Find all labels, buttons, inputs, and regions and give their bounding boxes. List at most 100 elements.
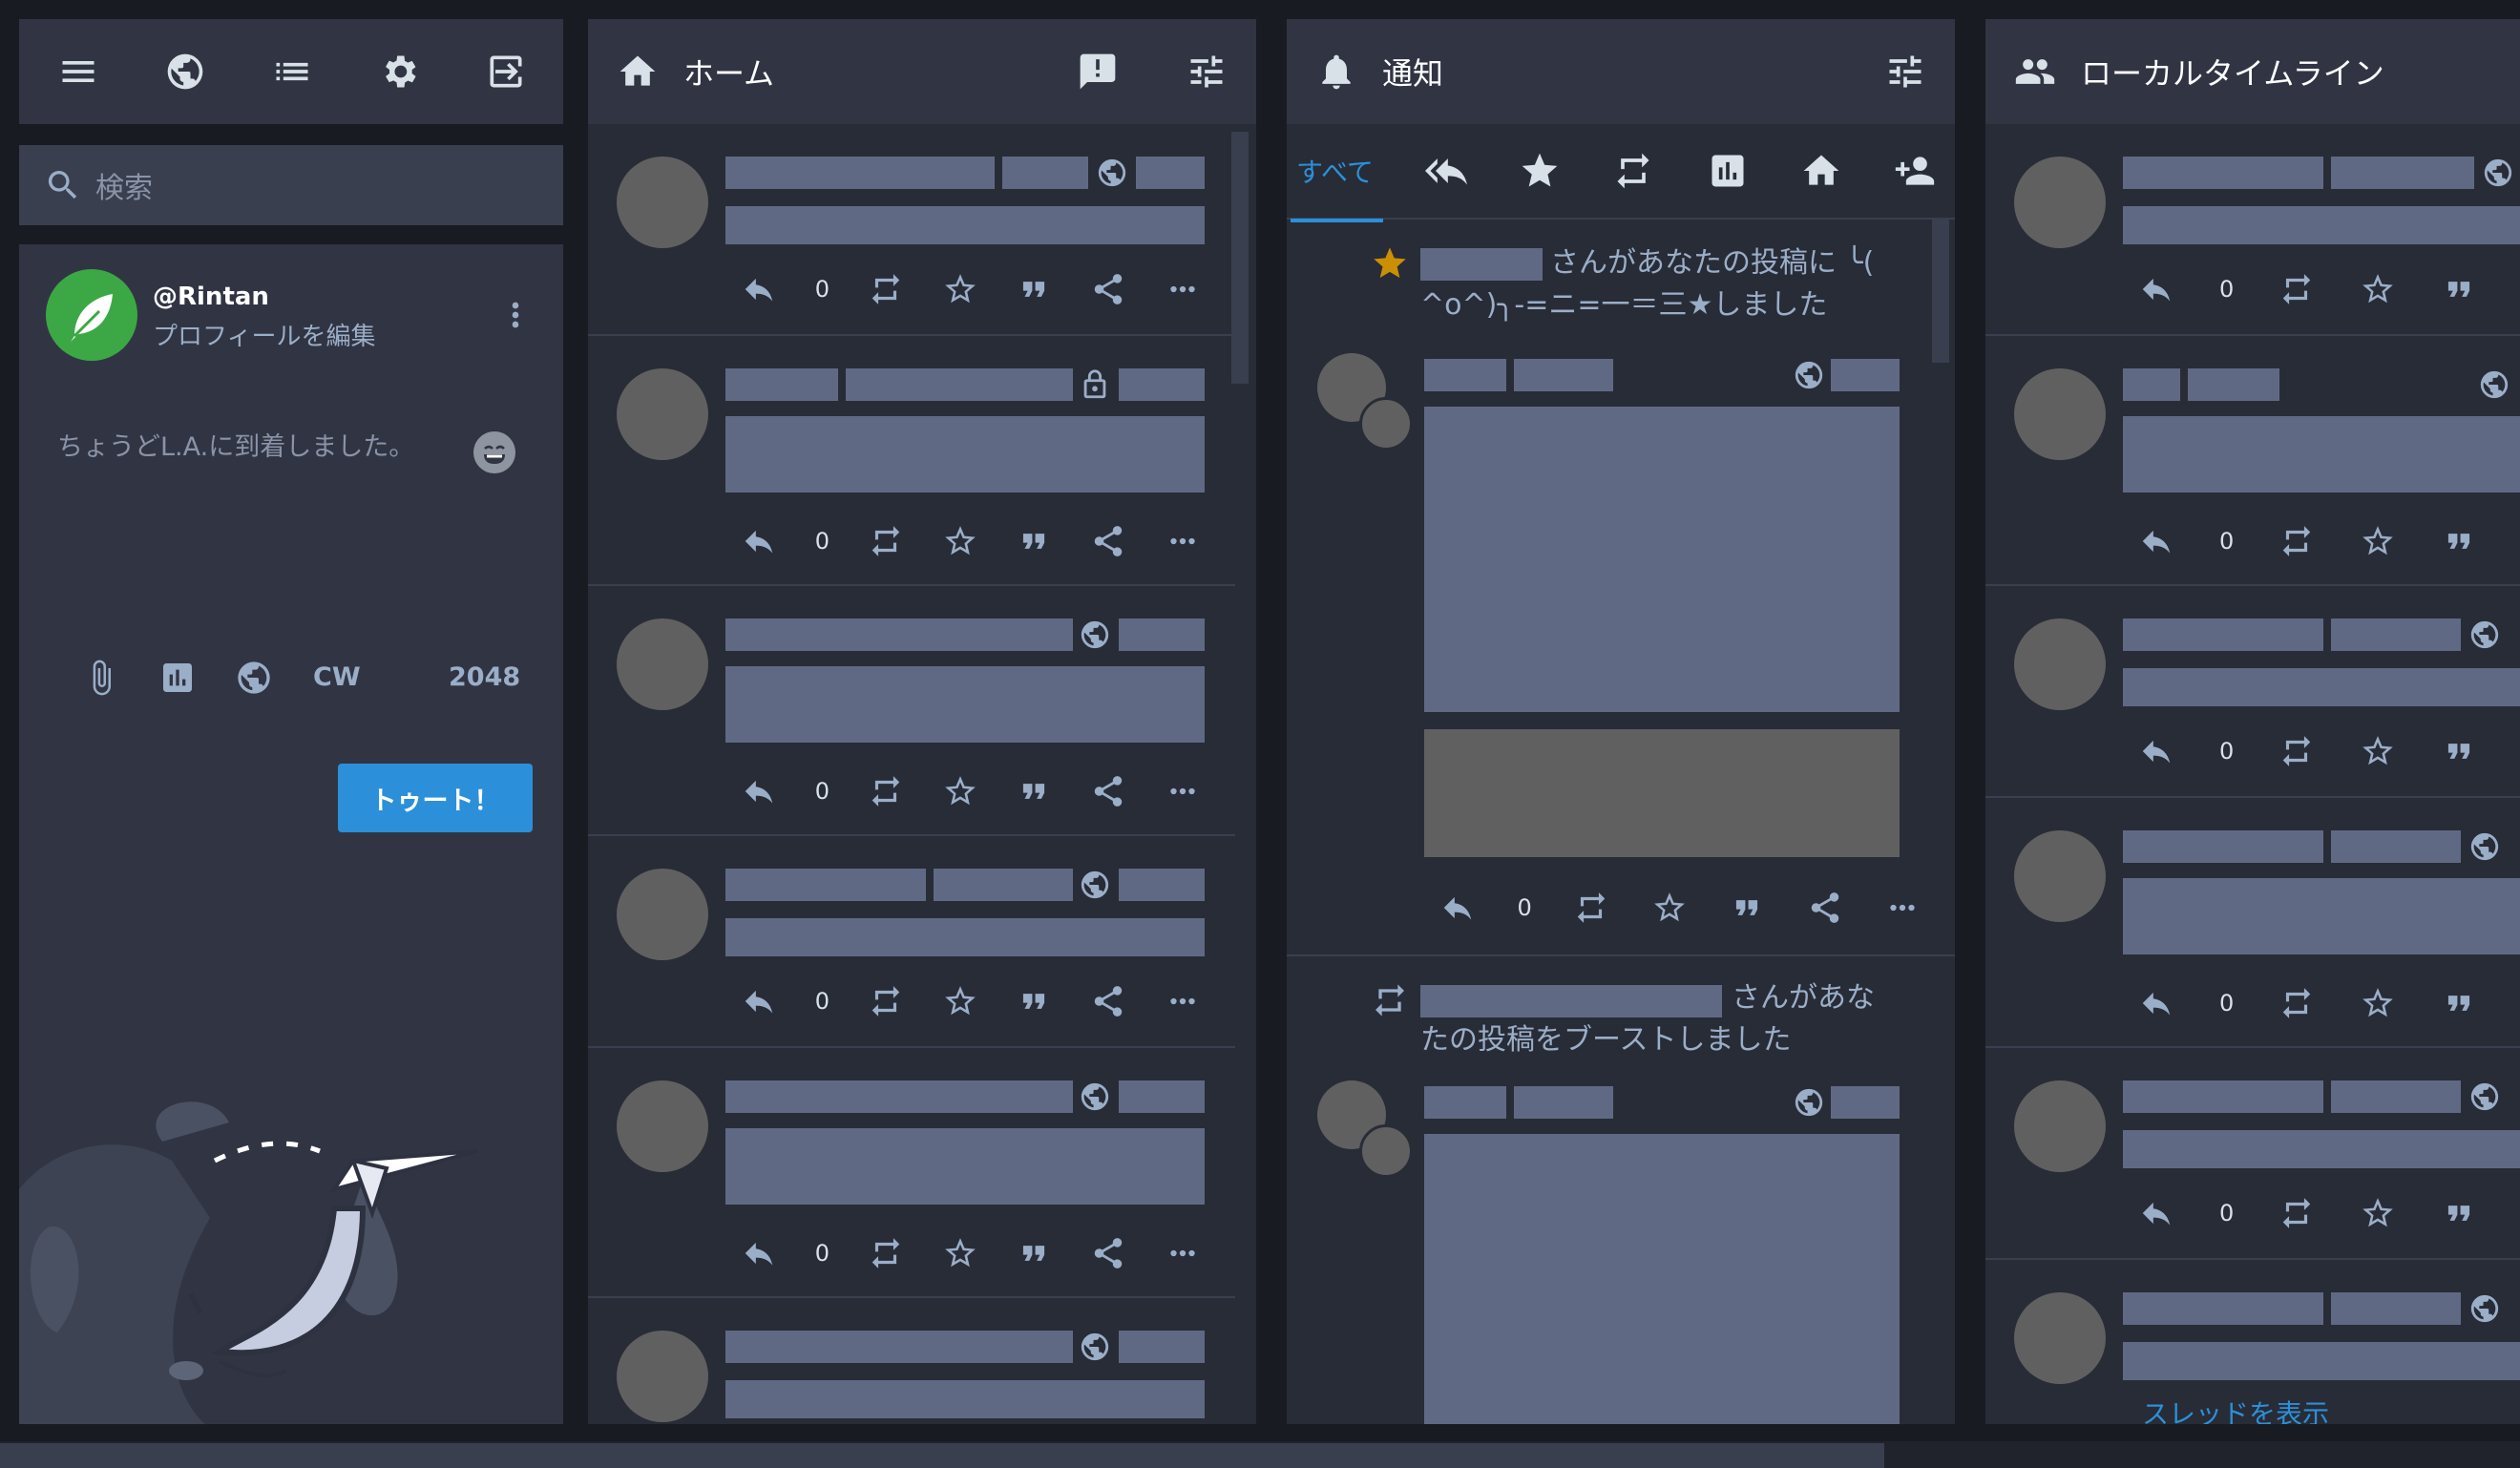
status-item[interactable]: 0: [588, 1048, 1235, 1298]
boost-icon[interactable]: [2278, 733, 2315, 769]
share-icon[interactable]: [1090, 983, 1126, 1019]
column-settings-icon[interactable]: [1186, 51, 1228, 93]
boost-icon[interactable]: [2278, 1195, 2315, 1231]
reply-icon[interactable]: [2138, 523, 2174, 559]
home-scrollbar[interactable]: [1231, 132, 1249, 384]
toot-button[interactable]: トゥート！: [338, 764, 533, 832]
favourites-star-icon[interactable]: [1519, 150, 1561, 192]
avatar[interactable]: [2014, 157, 2106, 248]
globe-icon[interactable]: [164, 51, 206, 93]
favourite-star-icon[interactable]: [2360, 523, 2396, 559]
avatar[interactable]: [617, 157, 708, 248]
favourite-star-icon[interactable]: [942, 523, 978, 559]
more-horizontal-icon[interactable]: [1165, 1235, 1201, 1271]
more-horizontal-icon[interactable]: [1165, 773, 1201, 809]
edit-profile-link[interactable]: プロフィールを編集: [153, 317, 375, 352]
status-item[interactable]: 0: [1985, 798, 2520, 1048]
filter-tab-all[interactable]: すべて: [1291, 152, 1383, 222]
reply-icon[interactable]: [741, 523, 777, 559]
column-settings-icon[interactable]: [1884, 51, 1926, 93]
avatar[interactable]: [617, 869, 708, 960]
profile-avatar[interactable]: [46, 269, 137, 361]
more-horizontal-icon[interactable]: [1884, 890, 1921, 926]
gear-icon[interactable]: [378, 51, 420, 93]
more-horizontal-icon[interactable]: [1165, 523, 1201, 559]
share-icon[interactable]: [1090, 1235, 1126, 1271]
quote-icon[interactable]: [2441, 985, 2477, 1021]
boost-icon[interactable]: [868, 271, 904, 307]
avatar[interactable]: [2014, 1292, 2106, 1384]
local-timeline-column-header[interactable]: ローカルタイムライン: [1985, 19, 2520, 124]
more-horizontal-icon[interactable]: [1165, 271, 1201, 307]
more-horizontal-icon[interactable]: [1165, 983, 1201, 1019]
share-icon[interactable]: [1090, 523, 1126, 559]
favourite-star-icon[interactable]: [2360, 733, 2396, 769]
home-column-header[interactable]: ホーム: [588, 19, 1256, 124]
favourite-star-icon[interactable]: [2360, 271, 2396, 307]
quote-icon[interactable]: [2441, 1195, 2477, 1231]
profile-handle[interactable]: @Rintan: [153, 283, 269, 311]
status-item[interactable]: 0: [1985, 586, 2520, 798]
list-icon[interactable]: [271, 51, 313, 93]
reply-icon[interactable]: [741, 1235, 777, 1271]
favourite-star-icon[interactable]: [942, 773, 978, 809]
reply-icon[interactable]: [2138, 985, 2174, 1021]
avatar[interactable]: [2014, 830, 2106, 922]
cw-button[interactable]: CW: [313, 662, 361, 692]
reply-icon[interactable]: [2138, 733, 2174, 769]
show-thread-link[interactable]: スレッドを表示: [2142, 1394, 2329, 1424]
quote-icon[interactable]: [2441, 523, 2477, 559]
reply-icon[interactable]: [2138, 271, 2174, 307]
reply-icon[interactable]: [741, 271, 777, 307]
boost-icon[interactable]: [2278, 985, 2315, 1021]
quote-icon[interactable]: [1729, 890, 1765, 926]
logout-icon[interactable]: [485, 51, 527, 93]
favourite-star-icon[interactable]: [942, 983, 978, 1019]
status-item[interactable]: [588, 1298, 1235, 1424]
search-field[interactable]: 検索: [19, 145, 563, 225]
mentions-reply-all-icon[interactable]: [1425, 150, 1468, 192]
status-item[interactable]: 0: [1985, 124, 2520, 336]
horizontal-scrollbar-thumb[interactable]: [0, 1443, 1884, 1468]
poll-icon[interactable]: [158, 659, 197, 697]
avatar[interactable]: [617, 619, 708, 710]
favourite-star-icon[interactable]: [942, 271, 978, 307]
reply-icon[interactable]: [1439, 890, 1476, 926]
quote-icon[interactable]: [1016, 1235, 1052, 1271]
favourite-star-icon[interactable]: [2360, 985, 2396, 1021]
notifications-scrollbar[interactable]: [1932, 220, 1949, 363]
menu-icon[interactable]: [57, 51, 99, 93]
boost-icon[interactable]: [2278, 271, 2315, 307]
quote-icon[interactable]: [1016, 271, 1052, 307]
compose-textarea[interactable]: ちょうどL.A.に到着しました。: [57, 426, 515, 617]
notification-favourite[interactable]: さんがあなたの投稿に ╰( ^o^)╮-=ニ=一＝三★しました 0: [1287, 220, 1955, 956]
status-item[interactable]: 0: [588, 124, 1235, 336]
statuses-home-icon[interactable]: [1800, 150, 1842, 192]
boost-icon[interactable]: [1573, 890, 1609, 926]
share-icon[interactable]: [1090, 773, 1126, 809]
boost-icon[interactable]: [868, 523, 904, 559]
boost-icon[interactable]: [2278, 523, 2315, 559]
share-icon[interactable]: [1090, 271, 1126, 307]
notification-boost[interactable]: さんがあなたの投稿をブーストしました: [1287, 956, 1955, 1424]
boost-icon[interactable]: [868, 773, 904, 809]
more-vertical-icon[interactable]: [496, 296, 535, 334]
favourite-star-icon[interactable]: [2360, 1195, 2396, 1231]
emoji-picker-button[interactable]: [473, 431, 515, 473]
avatar[interactable]: [617, 368, 708, 460]
quote-icon[interactable]: [1016, 773, 1052, 809]
share-icon[interactable]: [1807, 890, 1843, 926]
media-placeholder[interactable]: [1424, 729, 1900, 857]
quote-icon[interactable]: [1016, 523, 1052, 559]
boosts-icon[interactable]: [1612, 150, 1654, 192]
avatar[interactable]: [2014, 1080, 2106, 1172]
quote-icon[interactable]: [2441, 271, 2477, 307]
reply-icon[interactable]: [741, 983, 777, 1019]
attach-icon[interactable]: [82, 659, 120, 697]
quote-icon[interactable]: [1016, 983, 1052, 1019]
status-item[interactable]: 0: [1985, 1048, 2520, 1260]
notifications-column-header[interactable]: 通知: [1287, 19, 1955, 124]
favourite-star-icon[interactable]: [942, 1235, 978, 1271]
avatar[interactable]: [2014, 368, 2106, 460]
avatar[interactable]: [617, 1080, 708, 1172]
